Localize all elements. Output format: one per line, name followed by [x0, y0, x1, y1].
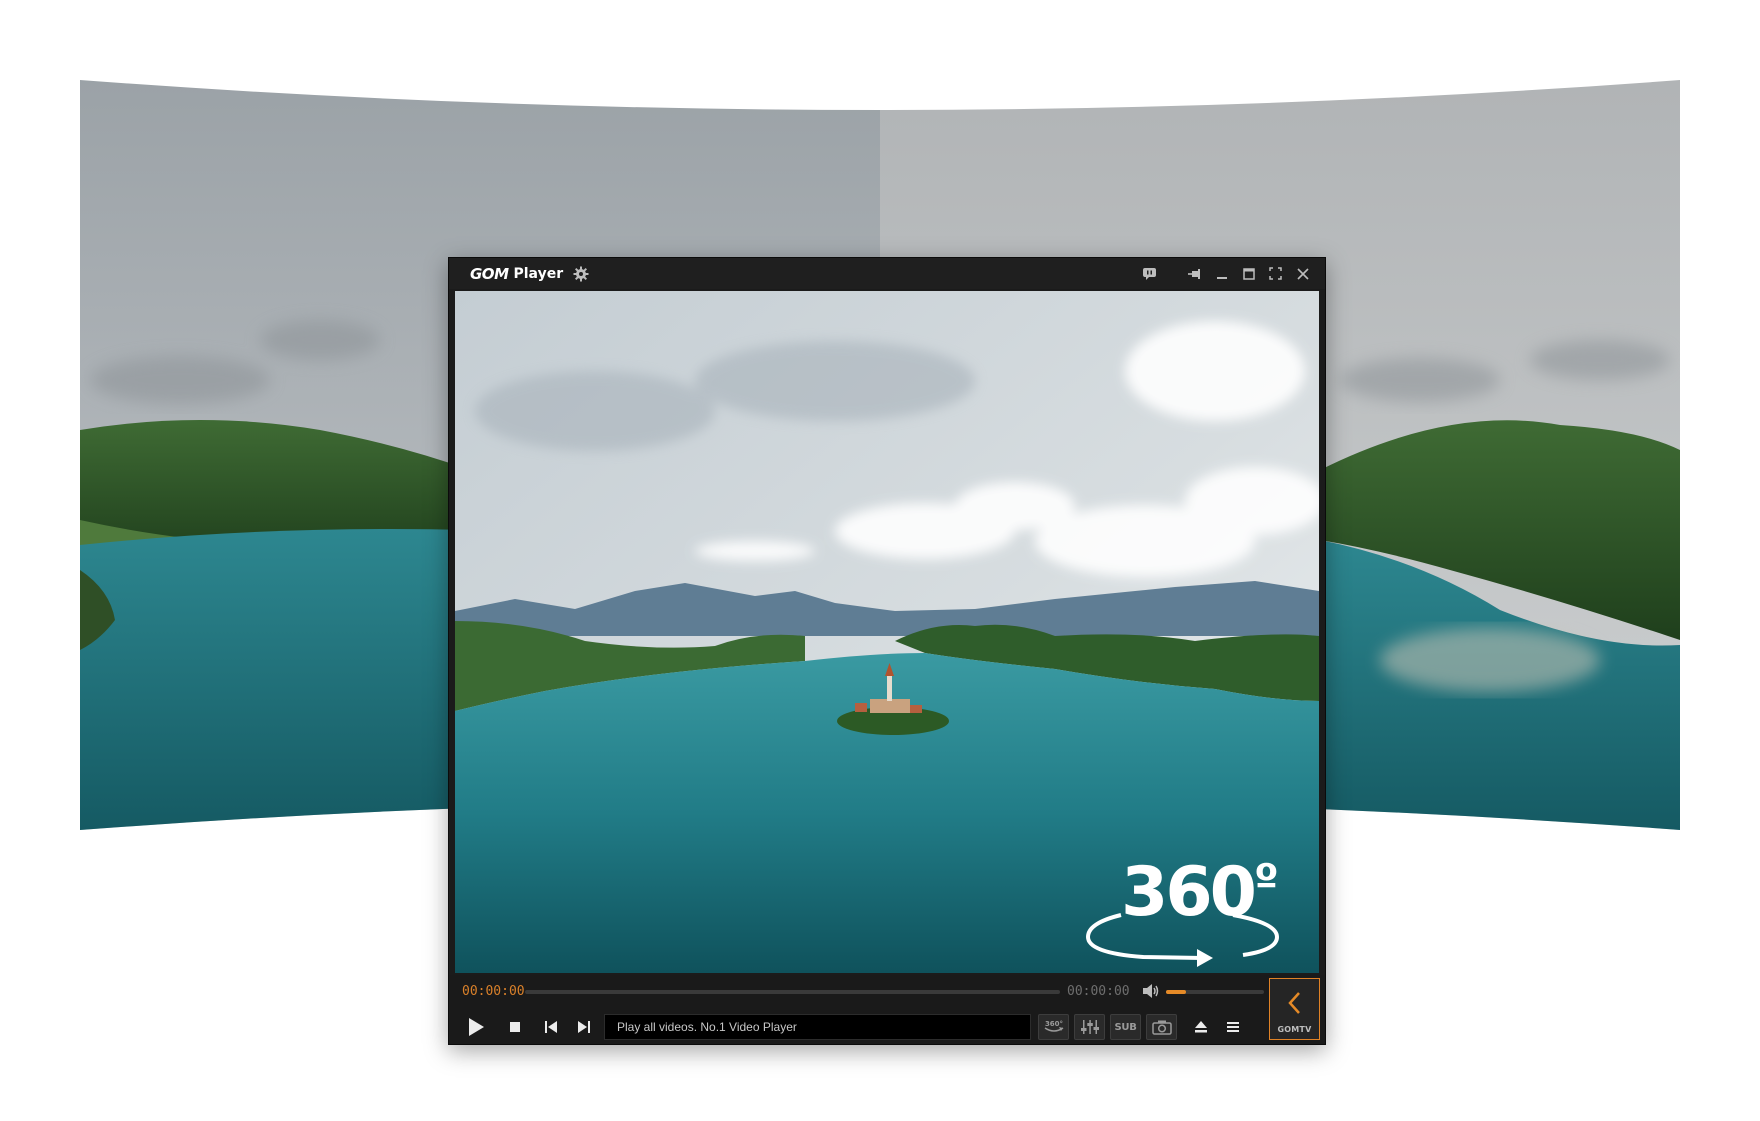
stop-icon	[510, 1022, 520, 1032]
player-window: GOM Player 360º 00:00:00 00:00:00 Play a…	[448, 257, 1326, 1045]
control-bar: 00:00:00 00:00:00 Play all videos. No.1 …	[449, 975, 1325, 1044]
equalizer-icon	[1080, 1020, 1099, 1034]
vr360-overlay-badge: 360º	[1083, 857, 1283, 969]
screen-capture-button[interactable]	[1146, 1014, 1177, 1040]
logo-product: Player	[513, 266, 564, 282]
play-button[interactable]	[463, 1014, 489, 1040]
subtitle-button[interactable]: SUB	[1110, 1014, 1141, 1040]
gear-icon[interactable]	[573, 266, 589, 282]
minimize-icon[interactable]	[1213, 265, 1230, 282]
skip-previous-icon	[545, 1021, 557, 1033]
camera-icon	[1151, 1020, 1172, 1035]
previous-button[interactable]	[540, 1016, 562, 1038]
current-time: 00:00:00	[462, 984, 525, 999]
vr360-button[interactable]: 360°	[1038, 1014, 1069, 1040]
info-marquee: Play all videos. No.1 Video Player	[604, 1014, 1031, 1040]
separator	[1168, 265, 1176, 282]
total-time: 00:00:00	[1067, 984, 1130, 999]
skip-next-icon	[578, 1021, 590, 1033]
gomtv-label: GOMTV	[1277, 1025, 1312, 1034]
seek-bar[interactable]	[525, 990, 1060, 994]
title-bar[interactable]: GOM Player	[449, 258, 1325, 289]
chat-icon[interactable]	[1141, 265, 1158, 282]
equalizer-button[interactable]	[1074, 1014, 1105, 1040]
video-viewport[interactable]: 360º	[455, 291, 1319, 973]
maximize-icon[interactable]	[1240, 265, 1257, 282]
app-logo: GOM Player	[470, 265, 563, 283]
fullscreen-icon[interactable]	[1267, 265, 1284, 282]
volume-slider[interactable]	[1166, 990, 1264, 994]
speaker-icon[interactable]	[1142, 983, 1160, 999]
volume-level-fill	[1166, 990, 1186, 994]
hamburger-menu-icon	[1227, 1022, 1239, 1032]
next-button[interactable]	[573, 1016, 595, 1038]
vr360-icon: 360°	[1044, 1020, 1063, 1032]
logo-brand: GOM	[470, 265, 509, 283]
svg-text:360°: 360°	[1044, 1020, 1062, 1028]
close-icon[interactable]	[1294, 265, 1311, 282]
chevron-left-icon	[1288, 992, 1300, 1014]
pin-icon[interactable]	[1186, 265, 1203, 282]
stop-button[interactable]	[504, 1016, 526, 1038]
menu-button[interactable]	[1222, 1016, 1244, 1038]
subtitle-label: SUB	[1114, 1021, 1137, 1033]
eject-icon	[1195, 1021, 1207, 1033]
play-icon	[469, 1018, 484, 1036]
open-file-button[interactable]	[1190, 1016, 1212, 1038]
gomtv-panel-toggle[interactable]: GOMTV	[1269, 978, 1320, 1040]
